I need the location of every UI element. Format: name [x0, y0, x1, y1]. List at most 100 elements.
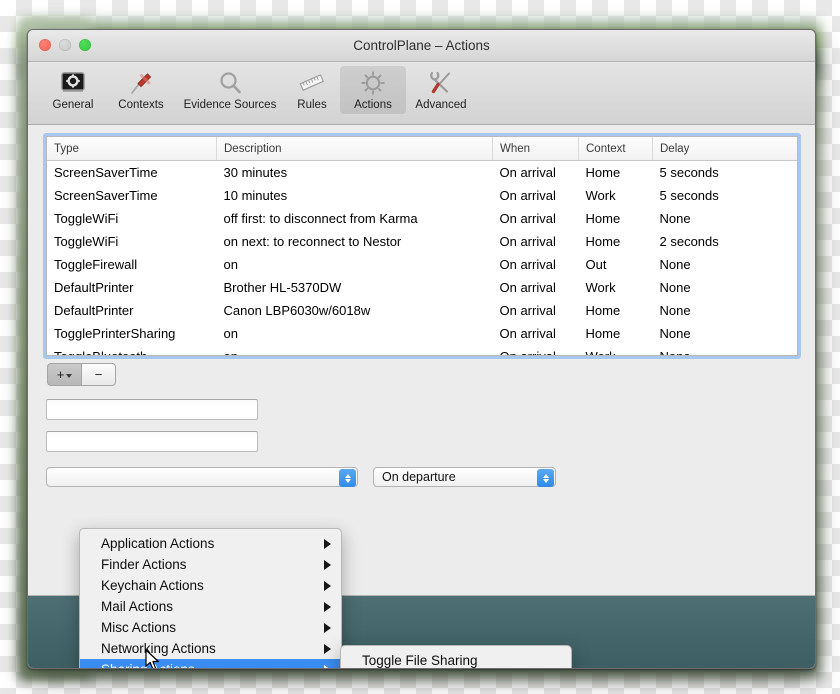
general-icon — [42, 68, 104, 98]
menu-item[interactable]: Application Actions — [80, 533, 341, 554]
cell-delay: None — [659, 211, 691, 226]
add-action-button[interactable]: + — [47, 363, 81, 386]
column-header-when[interactable]: When — [492, 137, 579, 161]
table-row[interactable]: ScreenSaverTime 30 minutes On arrival Home 5… — [47, 161, 797, 185]
submenu-arrow-icon — [324, 538, 331, 549]
toolbar-label-evidence-sources: Evidence Sources — [183, 99, 277, 111]
toolbar-label-actions: Actions — [354, 99, 392, 111]
cell-type: ScreenSaverTime — [54, 165, 158, 180]
cell-delay: None — [659, 280, 691, 295]
add-action-label: + — [56, 367, 65, 382]
cell-when: On arrival — [499, 165, 556, 180]
cell-delay: None — [659, 303, 691, 318]
cell-delay: 5 seconds — [659, 165, 719, 180]
menu-item[interactable]: Mail Actions — [80, 596, 341, 617]
toolbar-item-evidence-sources[interactable]: Evidence Sources — [176, 66, 284, 114]
cell-when: On arrival — [499, 303, 556, 318]
menu-item[interactable]: Keychain Actions — [80, 575, 341, 596]
chevron-down-icon — [344, 478, 351, 483]
table-row[interactable]: ToggleWiFi on next: to reconnect to Nesto… — [47, 230, 797, 253]
wrench-screwdriver-icon — [410, 68, 472, 98]
table-row[interactable]: ScreenSaverTime 10 minutes On arrival Work 5… — [47, 184, 797, 207]
menu-item[interactable]: Networking Actions — [80, 638, 341, 659]
cell-context: Home — [585, 234, 621, 249]
cell-context: Out — [585, 257, 607, 272]
toolbar-item-advanced[interactable]: Advanced — [408, 66, 474, 114]
column-header-type[interactable]: Type — [47, 137, 217, 161]
toolbar-label-advanced: Advanced — [415, 99, 467, 111]
window-titlebar: ControlPlane – Actions — [28, 30, 815, 62]
detail-field-two[interactable] — [46, 431, 258, 452]
cell-delay: 2 seconds — [659, 234, 719, 249]
cell-context: Home — [585, 326, 621, 341]
menu-item[interactable]: Finder Actions — [80, 554, 341, 575]
column-header-delay[interactable]: Delay — [652, 137, 797, 161]
detail-field-one[interactable] — [46, 399, 258, 420]
close-button[interactable] — [39, 39, 51, 51]
cell-context: Home — [585, 303, 621, 318]
submenu-arrow-icon — [324, 601, 331, 612]
cell-delay: None — [659, 257, 691, 272]
menu-item-label: Finder Actions — [101, 557, 187, 572]
submenu-arrow-icon — [324, 622, 331, 633]
menu-item-label: Application Actions — [101, 536, 215, 551]
when-select-popup[interactable]: On departure — [373, 467, 556, 487]
table-row[interactable]: ToggleFirewall on On arrival Out None — [47, 253, 797, 276]
cell-description: on next: to reconnect to Nestor — [223, 234, 402, 249]
cell-context: Home — [585, 165, 621, 180]
cell-when: On arrival — [499, 257, 556, 272]
table-row[interactable]: ToggleBluetoothonOn arrivalWorkNone — [47, 345, 797, 355]
cell-type: TogglePrinterSharing — [54, 326, 176, 341]
table-header-row: Type Description When Context Delay — [47, 137, 797, 161]
zoom-button[interactable] — [79, 39, 91, 51]
minimize-button[interactable] — [59, 39, 71, 51]
menu-item[interactable]: Misc Actions — [80, 617, 341, 638]
cell-when: On arrival — [499, 234, 556, 249]
cell-context: Work — [585, 280, 616, 295]
toolbar-item-general[interactable]: General — [40, 66, 106, 114]
cell-type: DefaultPrinter — [54, 280, 134, 295]
gear-icon — [342, 68, 404, 98]
cell-when: On arrival — [493, 345, 579, 355]
cell-context: Work — [579, 345, 653, 355]
cell-type: ToggleFirewall — [54, 257, 138, 272]
cell-type: ToggleWiFi — [54, 234, 119, 249]
menu-item-label: Misc Actions — [101, 620, 177, 635]
cell-delay: None — [659, 326, 691, 341]
toolbar-label-general: General — [52, 99, 94, 111]
control-plane-window: ControlPlane – Actions General Contexts … — [27, 29, 816, 669]
menu-item-label: Mail Actions — [101, 599, 174, 614]
submenu-item[interactable]: Toggle File Sharing — [341, 650, 571, 668]
action-select-popup[interactable] — [46, 467, 358, 487]
toolbar-item-rules[interactable]: Rules — [286, 66, 338, 114]
cell-description: 30 minutes — [223, 165, 288, 180]
actions-table-container[interactable]: Type Description When Context Delay Scre… — [46, 136, 798, 356]
submenu-arrow-icon — [324, 664, 331, 668]
remove-action-button[interactable]: − — [81, 363, 116, 386]
submenu-item-label: Toggle File Sharing — [362, 653, 478, 668]
sharing-actions-submenu: Toggle File SharingToggle FTP ServiceTog… — [340, 645, 572, 668]
cell-context: Home — [585, 211, 621, 226]
menu-item[interactable]: Sharing Actions — [80, 659, 341, 668]
chevron-down-icon — [542, 478, 549, 483]
window-controls — [39, 39, 91, 51]
toolbar-item-contexts[interactable]: Contexts — [108, 66, 174, 114]
cell-type: DefaultPrinter — [54, 303, 134, 318]
column-header-description[interactable]: Description — [216, 137, 493, 161]
toolbar-item-actions[interactable]: Actions — [340, 66, 406, 114]
toolbar-label-contexts: Contexts — [118, 99, 164, 111]
magnifier-icon — [178, 68, 282, 98]
toolbar-label-rules: Rules — [297, 99, 327, 111]
table-row[interactable]: DefaultPrinter Canon LBP6030w/6018w On arr… — [47, 299, 797, 322]
chevron-up-icon — [344, 473, 351, 478]
cell-description: Canon LBP6030w/6018w — [223, 303, 371, 318]
actions-table: Type Description When Context Delay Scre… — [47, 137, 797, 355]
table-row[interactable]: DefaultPrinter Brother HL-5370DW On arriva… — [47, 276, 797, 299]
table-row[interactable]: ToggleWiFi off first: to disconnect from … — [47, 207, 797, 230]
action-select-stepper[interactable] — [339, 469, 356, 487]
actions-pane: Type Description When Context Delay Scre… — [28, 125, 815, 668]
submenu-arrow-icon — [324, 580, 331, 591]
column-header-context[interactable]: Context — [578, 137, 653, 161]
table-row[interactable]: TogglePrinterSharing on On arrival Home None — [47, 322, 797, 345]
when-select-stepper[interactable] — [537, 469, 554, 487]
